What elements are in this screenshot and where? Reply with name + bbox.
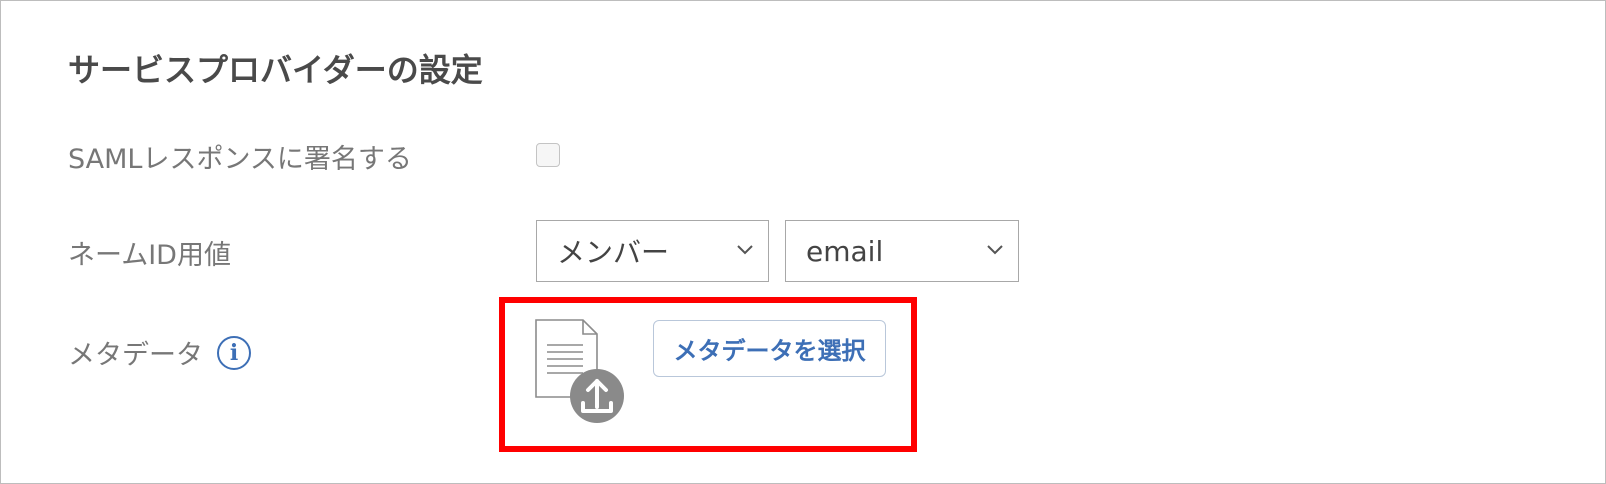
name-id-type-value: メンバー [557, 236, 670, 269]
chevron-down-icon [987, 245, 1003, 255]
saml-sign-checkbox[interactable] [536, 143, 560, 167]
info-icon[interactable]: i [217, 335, 251, 370]
name-id-label: ネームID用値 [68, 240, 231, 271]
metadata-label-group: メタデータ i [68, 333, 251, 372]
name-id-field-value: email [806, 234, 884, 268]
metadata-label: メタデータ [68, 340, 203, 371]
select-metadata-button[interactable]: メタデータを選択 [653, 320, 886, 377]
saml-sign-label: SAMLレスポンスに署名する [68, 144, 412, 175]
section-title: サービスプロバイダーの設定 [68, 51, 483, 89]
chevron-down-icon [737, 245, 753, 255]
document-upload-icon [535, 319, 624, 423]
settings-panel: サービスプロバイダーの設定 SAMLレスポンスに署名する ネームID用値 メンバ… [0, 0, 1606, 484]
name-id-field-select[interactable]: email [785, 220, 1019, 282]
upload-icon [570, 369, 624, 423]
name-id-type-select[interactable]: メンバー [536, 220, 769, 282]
